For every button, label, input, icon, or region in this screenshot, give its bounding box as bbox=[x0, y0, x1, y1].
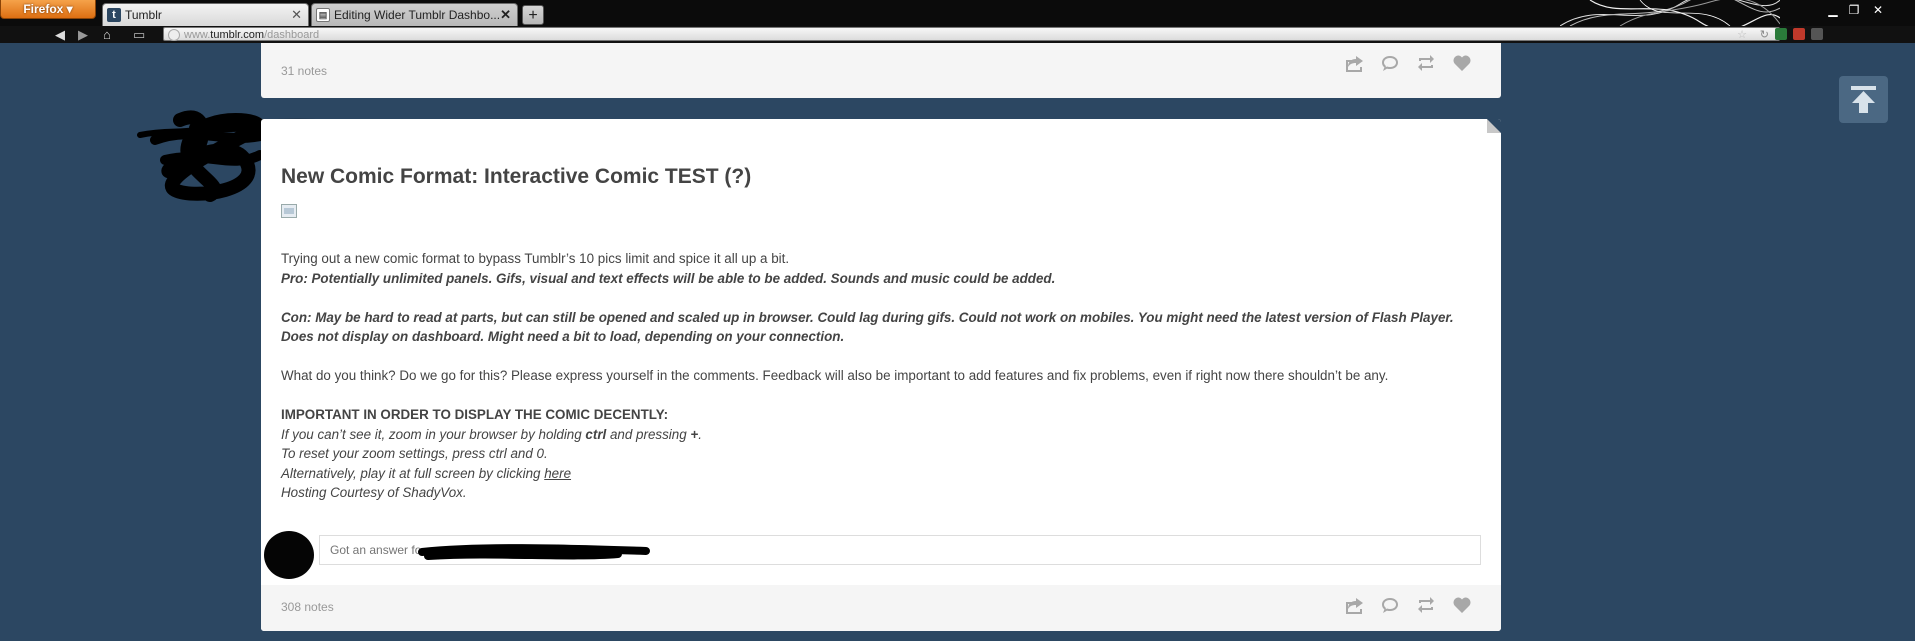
url-domain: tumblr.com bbox=[210, 29, 265, 41]
post-body: Trying out a new comic format to bypass … bbox=[281, 249, 1481, 503]
addon-toolbar bbox=[1775, 27, 1829, 42]
zoom-instructions: If you can’t see it, zoom in your browse… bbox=[281, 426, 702, 442]
share-icon[interactable] bbox=[1343, 594, 1365, 616]
site-identity-icon bbox=[168, 29, 180, 41]
scroll-to-top-button[interactable] bbox=[1839, 76, 1888, 123]
tab-title: Tumblr bbox=[125, 8, 162, 22]
page-favicon-icon: ▤ bbox=[316, 8, 330, 22]
forward-icon[interactable]: ▶ bbox=[78, 26, 88, 43]
reblog-icon[interactable] bbox=[1415, 52, 1437, 74]
redacted-reply-scribble bbox=[418, 544, 650, 560]
broken-image-icon[interactable] bbox=[281, 204, 297, 218]
important-heading: IMPORTANT IN ORDER TO DISPLAY THE COMIC … bbox=[281, 407, 669, 422]
reload-icon[interactable]: ↻ bbox=[1760, 28, 1769, 42]
post-intro: Trying out a new comic format to bypass … bbox=[281, 251, 790, 266]
new-tab-button[interactable]: + bbox=[522, 5, 544, 25]
like-icon[interactable] bbox=[1451, 52, 1473, 74]
previous-post-footer: 31 notes bbox=[261, 43, 1501, 98]
fullscreen-instructions: Alternatively, play it at full screen by… bbox=[281, 465, 572, 481]
url-prefix: www. bbox=[184, 29, 211, 41]
url-path: /dashboard bbox=[264, 29, 320, 41]
post-title: New Comic Format: Interactive Comic TEST… bbox=[281, 165, 752, 188]
addon-icon[interactable] bbox=[1775, 28, 1787, 40]
close-window-button[interactable]: ✕ bbox=[1868, 2, 1888, 18]
post-question: What do you think? Do we go for this? Pl… bbox=[281, 368, 1389, 383]
post-actions bbox=[1343, 52, 1473, 74]
bookmark-star-icon[interactable]: ☆ bbox=[1737, 28, 1747, 42]
reset-instructions: To reset your zoom settings, press ctrl … bbox=[281, 446, 548, 461]
browser-navbar: ◀ ▶ ⌂ ▭ www.tumblr.com/dashboard ☆ ↻ bbox=[0, 26, 1915, 43]
addon-icon[interactable] bbox=[1793, 28, 1805, 40]
close-tab-icon[interactable]: ✕ bbox=[291, 4, 302, 26]
addon-icon[interactable] bbox=[1811, 28, 1823, 40]
like-icon[interactable] bbox=[1451, 594, 1473, 616]
firefox-menu-button[interactable]: Firefox ▾ bbox=[0, 0, 96, 19]
restore-button[interactable]: ❐ bbox=[1844, 2, 1864, 18]
tab-title: Editing Wider Tumblr Dashbo... bbox=[334, 8, 501, 22]
minimize-button[interactable]: ▁ bbox=[1823, 2, 1843, 18]
home-icon[interactable]: ⌂ bbox=[103, 26, 111, 43]
post-corner-fold bbox=[1487, 119, 1501, 133]
reply-icon[interactable] bbox=[1379, 52, 1401, 74]
post-con: Con: May be hard to read at parts, but c… bbox=[281, 309, 1454, 325]
desktop-wallpaper-swirl bbox=[1560, 0, 1780, 26]
post-con-2: Does not display on dashboard. Might nee… bbox=[281, 329, 845, 344]
notes-count[interactable]: 31 notes bbox=[281, 64, 327, 78]
url-bar[interactable]: www.tumblr.com/dashboard ☆ ↻ bbox=[163, 27, 1780, 41]
reply-icon[interactable] bbox=[1379, 594, 1401, 616]
post-pro: Pro: Potentially unlimited panels. Gifs,… bbox=[281, 270, 1056, 286]
post-actions bbox=[1343, 594, 1473, 616]
fullscreen-link[interactable]: here bbox=[544, 466, 571, 481]
redacted-reply-avatar bbox=[264, 531, 314, 579]
tab-editing[interactable]: ▤ Editing Wider Tumblr Dashbo... ✕ bbox=[311, 3, 518, 26]
reblog-icon[interactable] bbox=[1415, 594, 1437, 616]
notes-count[interactable]: 308 notes bbox=[281, 600, 334, 614]
hosting-credit: Hosting Courtesy of ShadyVox. bbox=[281, 485, 467, 500]
scroll-to-top-icon bbox=[1851, 86, 1876, 113]
tab-groups-icon[interactable]: ▭ bbox=[133, 26, 145, 43]
tumblr-favicon-icon: t bbox=[107, 8, 121, 22]
close-tab-icon[interactable]: ✕ bbox=[500, 4, 511, 26]
back-icon[interactable]: ◀ bbox=[55, 26, 65, 43]
firefox-menu-label: Firefox bbox=[23, 2, 64, 16]
post-footer: 308 notes bbox=[261, 585, 1501, 631]
browser-titlebar: Firefox ▾ t Tumblr ✕ ▤ Editing Wider Tum… bbox=[0, 0, 1915, 26]
share-icon[interactable] bbox=[1343, 52, 1365, 74]
tab-tumblr[interactable]: t Tumblr ✕ bbox=[102, 3, 309, 26]
